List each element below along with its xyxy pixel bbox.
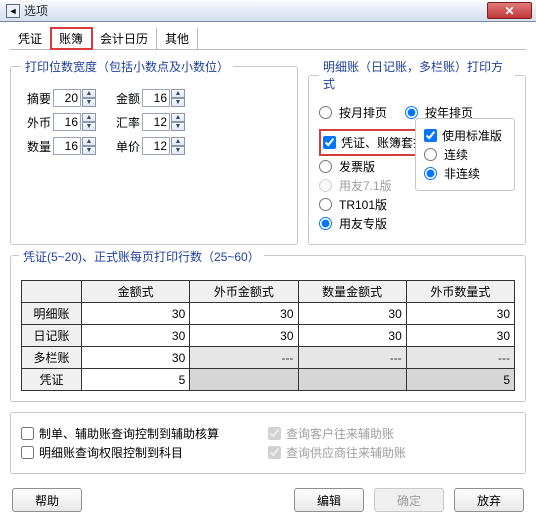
cell[interactable]: 30: [82, 347, 190, 369]
radio-invoice-label: 发票版: [339, 158, 375, 175]
cell: [190, 369, 298, 391]
help-button[interactable]: 帮助: [12, 488, 82, 512]
price-up[interactable]: ▲: [171, 137, 185, 146]
app-icon: ◄: [6, 4, 20, 18]
checks-group: 制单、辅助账查询控制到辅助核算 明细账查询权限控制到科目 查询客户往来辅助账 查…: [10, 412, 526, 474]
table-row: 明细账 30 30 30 30: [22, 303, 515, 325]
price-input[interactable]: [142, 137, 170, 155]
tab-calendar[interactable]: 会计日历: [92, 28, 157, 49]
rows-group: 凭证(5~20)、正式账每页打印行数（25~60） 金额式 外币金额式 数量金额…: [10, 255, 526, 402]
rows-legend: 凭证(5~20)、正式账每页打印行数（25~60）: [19, 248, 264, 265]
radio-by-month[interactable]: 按月排页: [319, 104, 387, 121]
check-detail-perm[interactable]: 明细账查询权限控制到科目: [21, 444, 268, 461]
radio-continuous[interactable]: 连续: [424, 146, 506, 163]
radio-tr101-label: TR101版: [339, 196, 387, 213]
check-customer-aux-label: 查询客户往来辅助账: [286, 425, 394, 442]
abstract-label: 摘要: [21, 90, 51, 107]
cell: ---: [190, 347, 298, 369]
cell[interactable]: 30: [82, 303, 190, 325]
radio-yonyou-special-label: 用友专版: [339, 215, 387, 232]
foreign-up[interactable]: ▲: [82, 113, 96, 122]
cell: 5: [406, 369, 514, 391]
rate-input[interactable]: [142, 113, 170, 131]
close-button[interactable]: ✕: [487, 2, 532, 19]
abstract-down[interactable]: ▼: [82, 98, 96, 107]
cell: ---: [298, 347, 406, 369]
digits-group: 打印位数宽度（包括小数点及小数位） 摘要 ▲▼ 金额 ▲▼: [10, 58, 298, 245]
cancel-button[interactable]: 放弃: [454, 488, 524, 512]
radio-yonyou-special[interactable]: 用友专版: [319, 215, 515, 232]
rate-up[interactable]: ▲: [171, 113, 185, 122]
radio-continuous-label: 连续: [444, 146, 468, 163]
check-customer-aux: 查询客户往来辅助账: [268, 425, 515, 442]
cell[interactable]: 30: [406, 325, 514, 347]
std-subgroup: 使用标准版 连续 非连续: [415, 118, 515, 191]
voucher-ledger-overlay-label: 凭证、账簿套打: [341, 134, 425, 151]
ok-button: 确定: [374, 488, 444, 512]
cell: [298, 369, 406, 391]
row-detail: 明细账: [22, 303, 82, 325]
cell[interactable]: 5: [82, 369, 190, 391]
col-foreign-amount: 外币金额式: [190, 281, 298, 303]
foreign-label: 外币: [21, 114, 51, 131]
cell[interactable]: 30: [190, 325, 298, 347]
price-down[interactable]: ▼: [171, 146, 185, 155]
row-voucher: 凭证: [22, 369, 82, 391]
radio-noncontinuous[interactable]: 非连续: [424, 165, 506, 182]
foreign-input[interactable]: [53, 113, 81, 131]
tab-ledger[interactable]: 账簿: [51, 28, 92, 49]
cell[interactable]: 30: [406, 303, 514, 325]
table-row: 凭证 5 5: [22, 369, 515, 391]
use-std-label: 使用标准版: [442, 127, 502, 144]
check-aux-control[interactable]: 制单、辅助账查询控制到辅助核算: [21, 425, 268, 442]
cell[interactable]: 30: [190, 303, 298, 325]
edit-button[interactable]: 编辑: [294, 488, 364, 512]
rows-table: 金额式 外币金额式 数量金额式 外币数量式 明细账 30 30 30 30 日记…: [21, 280, 515, 391]
col-amount: 金额式: [82, 281, 190, 303]
detail-legend: 明细账（日记账，多栏账）打印方式: [319, 58, 515, 92]
rate-label: 汇率: [110, 114, 140, 131]
radio-yonyou71-label: 用友7.1版: [339, 177, 392, 194]
radio-noncontinuous-label: 非连续: [444, 165, 480, 182]
qty-up[interactable]: ▲: [82, 137, 96, 146]
cell: ---: [406, 347, 514, 369]
col-foreign-qty: 外币数量式: [406, 281, 514, 303]
amount-up[interactable]: ▲: [171, 89, 185, 98]
tab-strip: 凭证 账簿 会计日历 其他: [10, 28, 526, 50]
digits-legend: 打印位数宽度（包括小数点及小数位）: [21, 58, 233, 75]
amount-input[interactable]: [142, 89, 170, 107]
col-qty-amount: 数量金额式: [298, 281, 406, 303]
cell[interactable]: 30: [82, 325, 190, 347]
tab-voucher[interactable]: 凭证: [10, 28, 51, 49]
grid-corner: [22, 281, 82, 303]
foreign-down[interactable]: ▼: [82, 122, 96, 131]
radio-tr101[interactable]: TR101版: [319, 196, 515, 213]
abstract-up[interactable]: ▲: [82, 89, 96, 98]
check-use-std[interactable]: 使用标准版: [424, 127, 506, 144]
table-row: 多栏账 30 --- --- ---: [22, 347, 515, 369]
cell[interactable]: 30: [298, 303, 406, 325]
abstract-input[interactable]: [53, 89, 81, 107]
detail-group: 明细账（日记账，多栏账）打印方式 按月排页 按年排页 凭证、账簿套打 发票版 用…: [308, 58, 526, 245]
cell[interactable]: 30: [298, 325, 406, 347]
row-multi: 多栏账: [22, 347, 82, 369]
price-label: 单价: [110, 138, 140, 155]
table-row: 日记账 30 30 30 30: [22, 325, 515, 347]
amount-label: 金额: [110, 90, 140, 107]
tab-other[interactable]: 其他: [157, 28, 198, 49]
qty-down[interactable]: ▼: [82, 146, 96, 155]
check-detail-perm-label: 明细账查询权限控制到科目: [39, 444, 183, 461]
amount-down[interactable]: ▼: [171, 98, 185, 107]
check-supplier-aux: 查询供应商往来辅助账: [268, 444, 515, 461]
check-supplier-aux-label: 查询供应商往来辅助账: [286, 444, 406, 461]
rate-down[interactable]: ▼: [171, 122, 185, 131]
radio-by-month-label: 按月排页: [339, 104, 387, 121]
check-aux-control-label: 制单、辅助账查询控制到辅助核算: [39, 425, 219, 442]
window-title: 选项: [24, 2, 48, 19]
row-journal: 日记账: [22, 325, 82, 347]
qty-input[interactable]: [53, 137, 81, 155]
qty-label: 数量: [21, 138, 51, 155]
